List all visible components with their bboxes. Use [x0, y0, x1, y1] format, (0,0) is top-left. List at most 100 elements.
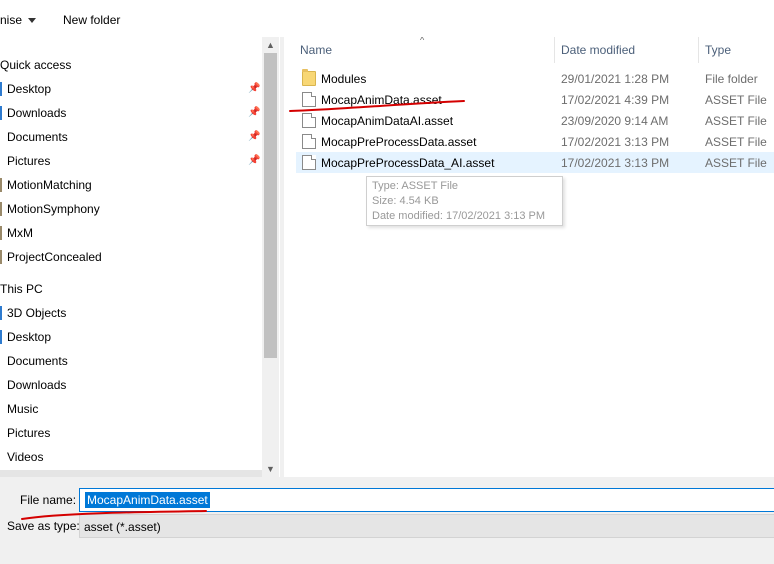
file-name: MocapPreProcessData.asset — [321, 135, 477, 149]
nav-item-label: MotionSymphony — [7, 202, 100, 216]
nav-item-desktop-pc[interactable]: Desktop — [0, 327, 262, 347]
file-name-label: File name: — [20, 493, 77, 507]
file-date: 17/02/2021 3:13 PM — [561, 156, 670, 170]
file-name: MocapPreProcessData_AI.asset — [321, 156, 495, 170]
file-icon — [302, 155, 316, 170]
nav-item-label: Pictures — [7, 426, 51, 440]
nav-item-label: ProjectConcealed — [7, 250, 102, 264]
nav-item-label: Music — [7, 402, 39, 416]
save-as-type-label: Save as type: — [7, 519, 80, 533]
pin-icon: 📌 — [248, 155, 261, 166]
nav-item-videos[interactable]: Videos — [0, 447, 262, 467]
scrollbar-thumb[interactable] — [264, 53, 277, 358]
list-item[interactable]: MocapAnimDataAI.asset 23/09/2020 9:14 AM… — [296, 110, 774, 131]
folder-icon — [0, 250, 2, 264]
scroll-up-icon[interactable]: ▲ — [266, 41, 275, 50]
nav-item-label: Desktop — [7, 82, 52, 96]
nav-item-documents-pc[interactable]: Documents — [0, 351, 262, 371]
list-item[interactable]: Modules 29/01/2021 1:28 PM File folder — [296, 68, 774, 89]
organise-button[interactable]: nise — [0, 10, 37, 30]
nav-item-label: Pictures — [7, 154, 51, 168]
tooltip-date: Date modified: 17/02/2021 3:13 PM — [372, 210, 546, 222]
new-folder-button[interactable]: New folder — [63, 10, 120, 30]
column-header-type[interactable]: Type — [705, 37, 731, 63]
nav-item-label: Documents — [7, 354, 68, 368]
folder-icon — [0, 178, 2, 192]
folder-icon — [0, 354, 2, 368]
file-icon — [302, 134, 316, 149]
nav-item-documents[interactable]: Documents 📌 — [0, 127, 262, 147]
folder-icon — [0, 130, 2, 144]
folder-icon — [302, 69, 316, 86]
folder-icon — [0, 306, 2, 320]
nav-item-downloads[interactable]: Downloads 📌 — [0, 103, 262, 123]
list-item[interactable]: MocapPreProcessData.asset 17/02/2021 3:1… — [296, 131, 774, 152]
nav-item-label: Videos — [7, 450, 44, 464]
file-name: MocapAnimData.asset — [321, 93, 442, 107]
file-type: ASSET File — [705, 156, 767, 170]
scroll-down-icon[interactable]: ▼ — [266, 465, 275, 474]
nav-item-pictures-pc[interactable]: Pictures — [0, 423, 262, 443]
nav-item-3d-objects[interactable]: 3D Objects — [0, 303, 262, 323]
quick-access-label: Quick access — [0, 58, 72, 72]
list-item[interactable]: MocapAnimData.asset 17/02/2021 4:39 PM A… — [296, 89, 774, 110]
column-header-name[interactable]: Name — [300, 37, 332, 63]
folder-icon — [0, 106, 2, 120]
file-type: ASSET File — [705, 93, 767, 107]
file-name-field[interactable]: MocapAnimData.asset — [79, 488, 774, 512]
organise-label: nise — [0, 13, 23, 27]
file-date: 23/09/2020 9:14 AM — [561, 114, 669, 128]
this-pc-header[interactable]: This PC — [0, 279, 43, 299]
this-pc-label: This PC — [0, 282, 43, 296]
nav-scrollbar[interactable]: ▲ ▼ — [262, 37, 279, 477]
file-icon — [302, 92, 316, 107]
nav-item-pictures[interactable]: Pictures 📌 — [0, 151, 262, 171]
column-divider[interactable] — [554, 37, 555, 63]
nav-item-downloads-pc[interactable]: Downloads — [0, 375, 262, 395]
column-header-date-modified[interactable]: Date modified — [561, 37, 635, 63]
folder-icon — [0, 378, 2, 392]
nav-item-motionsymphony[interactable]: MotionSymphony — [0, 199, 262, 219]
file-type: File folder — [705, 72, 758, 86]
pin-icon: 📌 — [248, 131, 261, 142]
folder-icon — [0, 202, 2, 216]
save-as-type-value: asset (*.asset) — [84, 520, 161, 534]
nav-item-music[interactable]: Music — [0, 399, 262, 419]
file-date: 17/02/2021 4:39 PM — [561, 93, 670, 107]
file-name: Modules — [321, 72, 367, 86]
folder-icon — [0, 402, 2, 416]
sort-up-icon: ^ — [420, 37, 425, 45]
folder-icon — [0, 450, 2, 464]
navigation-pane: Quick access Desktop 📌 Downloads 📌 Docum… — [0, 37, 280, 477]
nav-item-desktop[interactable]: Desktop 📌 — [0, 79, 262, 99]
file-icon — [302, 113, 316, 128]
file-name: MocapAnimDataAI.asset — [321, 114, 454, 128]
quick-access-header[interactable]: Quick access — [0, 55, 71, 75]
tooltip-size: Size: 4.54 KB — [372, 195, 439, 207]
column-name-label: Name — [300, 43, 333, 57]
nav-item-label: 3D Objects — [7, 306, 67, 320]
file-list: Name ^ Date modified Type Modules 29/01/… — [284, 37, 774, 477]
pin-icon: 📌 — [248, 83, 261, 94]
list-item[interactable]: MocapPreProcessData_AI.asset 17/02/2021 … — [296, 152, 774, 173]
folder-icon — [0, 330, 2, 344]
column-divider[interactable] — [698, 37, 699, 63]
column-date-label: Date modified — [561, 43, 636, 57]
nav-item-motionmatching[interactable]: MotionMatching — [0, 175, 262, 195]
nav-item-partial[interactable] — [0, 470, 262, 477]
column-type-label: Type — [705, 43, 732, 57]
file-name-value: MocapAnimData.asset — [85, 492, 210, 508]
folder-icon — [0, 82, 2, 96]
nav-item-label: MotionMatching — [7, 178, 92, 192]
nav-item-label: Downloads — [7, 106, 67, 120]
file-tooltip: Type: ASSET File Size: 4.54 KB Date modi… — [366, 176, 563, 226]
chevron-down-icon — [28, 17, 37, 23]
nav-item-projectconcealed[interactable]: ProjectConcealed — [0, 247, 262, 267]
nav-item-label: MxM — [7, 226, 33, 240]
nav-item-mxm[interactable]: MxM — [0, 223, 262, 243]
nav-item-label: Documents — [7, 130, 68, 144]
save-as-type-select[interactable]: asset (*.asset) — [79, 514, 774, 538]
folder-icon — [0, 154, 2, 168]
file-type: ASSET File — [705, 135, 767, 149]
folder-icon — [0, 426, 2, 440]
